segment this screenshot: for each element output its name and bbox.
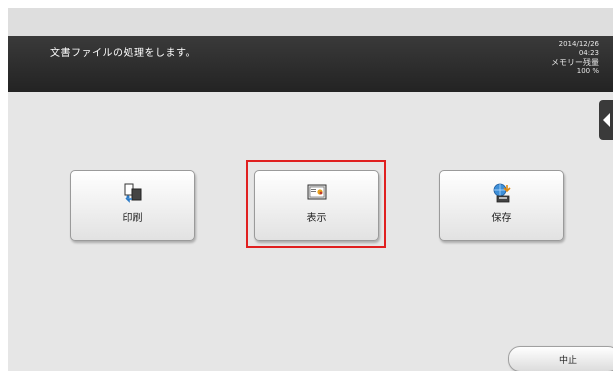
save-label: 保存 <box>491 213 512 224</box>
side-tab-arrow-icon <box>603 113 610 127</box>
save-button[interactable]: 保存 <box>439 170 564 241</box>
stop-label: 中止 <box>559 356 578 366</box>
save-icon <box>493 183 511 203</box>
print-label: 印刷 <box>122 213 143 224</box>
header-message: 文書ファイルの処理をします。 <box>50 48 196 59</box>
panel-screen: 文書ファイルの処理をします。 2014/12/26 04:23 メモリー残量 1… <box>8 8 613 371</box>
header-bar: 文書ファイルの処理をします。 2014/12/26 04:23 メモリー残量 1… <box>8 36 613 92</box>
print-icon <box>124 183 141 203</box>
status-area: 2014/12/26 04:23 メモリー残量 100 % <box>551 40 599 76</box>
view-highlight-frame <box>246 160 386 248</box>
status-date: 2014/12/26 <box>558 40 599 48</box>
memory-label: メモリー残量 <box>551 58 599 67</box>
side-panel-tab[interactable] <box>599 100 613 140</box>
memory-value: 100 % <box>576 67 599 75</box>
stop-button[interactable]: 中止 <box>508 346 613 371</box>
top-strip <box>8 8 613 36</box>
print-button[interactable]: 印刷 <box>70 170 195 241</box>
status-time: 04:23 <box>578 49 599 57</box>
